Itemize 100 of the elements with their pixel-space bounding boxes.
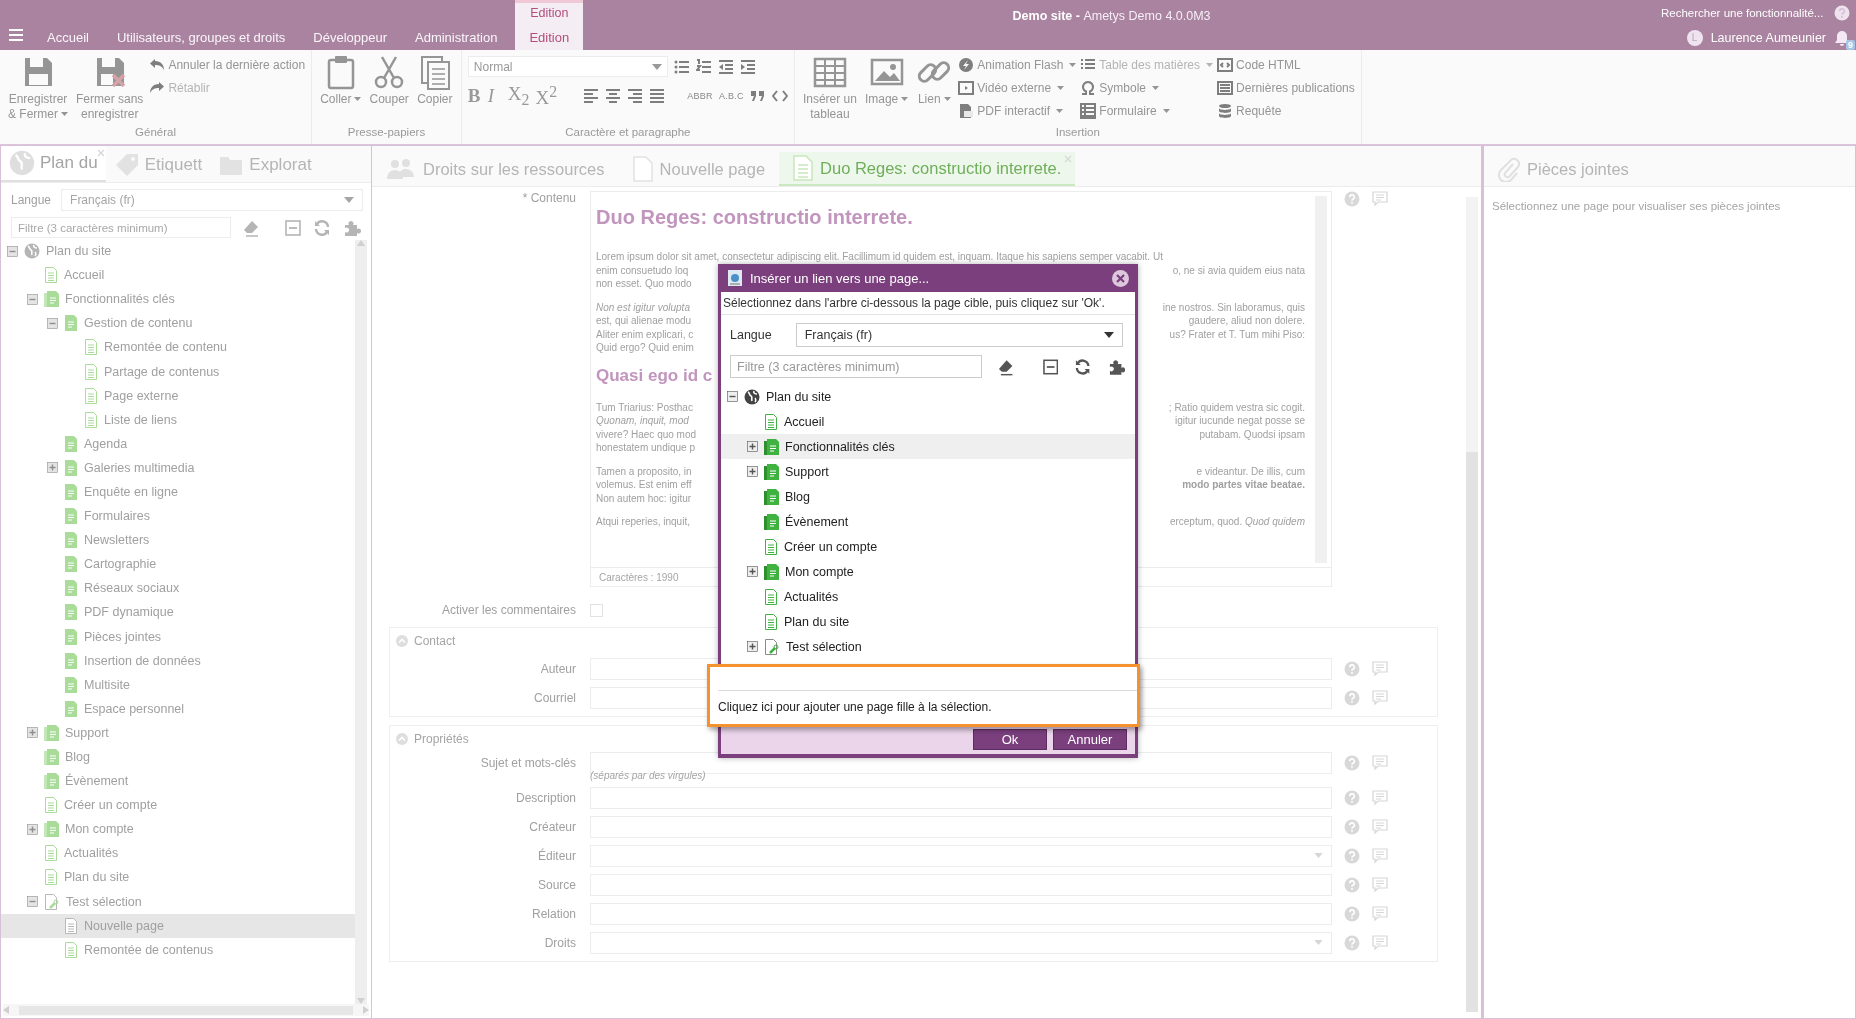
tree-item[interactable]: Actualités bbox=[1, 841, 355, 866]
panel-tab[interactable]: Explorat bbox=[210, 148, 320, 182]
tree-item[interactable]: Newsletters bbox=[1, 528, 355, 553]
tree-item[interactable]: Multisite bbox=[1, 672, 355, 697]
tree-item[interactable]: Pièces jointes bbox=[1, 624, 355, 649]
section-title: Propriétés bbox=[414, 732, 469, 746]
tree-item[interactable]: Partage de contenus bbox=[1, 359, 355, 384]
style-dropdown[interactable]: Normal bbox=[467, 56, 668, 77]
tree-item[interactable]: Test sélection bbox=[1, 889, 355, 914]
ribbon-button[interactable]: Requête bbox=[1217, 101, 1355, 120]
dialog-button[interactable]: Ok bbox=[973, 729, 1047, 750]
tree-item[interactable]: Page externe bbox=[1, 383, 355, 408]
user-name[interactable]: Laurence Aumeunier bbox=[1710, 30, 1826, 45]
ribbon-button[interactable]: Enregistrer & Fermer bbox=[6, 54, 70, 126]
tree-item[interactable]: Insertion de données bbox=[1, 648, 355, 673]
tree-item[interactable]: Plan du site bbox=[1, 239, 355, 264]
tree-item[interactable]: Blog bbox=[721, 484, 1135, 509]
field-label: Droits bbox=[543, 935, 577, 950]
ribbon-button[interactable]: Annuler la dernière action bbox=[149, 55, 306, 74]
ribbon-tab[interactable]: Développeur bbox=[299, 25, 401, 50]
tree-item[interactable]: Évènement bbox=[721, 509, 1135, 534]
content-text: gaudere, aliud non dolere. bbox=[1188, 314, 1305, 328]
ribbon-button[interactable]: Fermer sans enregistrer bbox=[74, 54, 146, 126]
content-text: ; Ratio quidem vestra sic cogit. bbox=[1168, 400, 1305, 414]
language-dropdown[interactable]: Français (fr) bbox=[61, 189, 363, 211]
tree-item[interactable]: Réseaux sociaux bbox=[1, 576, 355, 601]
tree-item[interactable]: Support bbox=[1, 720, 355, 745]
format-button[interactable]: I bbox=[487, 85, 502, 108]
ribbon-button[interactable]: Image bbox=[862, 54, 911, 126]
tree-item[interactable]: Remontée de contenu bbox=[1, 335, 355, 360]
ribbon-tab[interactable]: Utilisateurs, groupes et droits bbox=[102, 25, 300, 50]
ribbon-button[interactable]: Couper bbox=[367, 54, 411, 126]
content-text: Quonam, inquit, mod bbox=[596, 414, 689, 428]
field-label: Relation bbox=[530, 906, 577, 921]
format-button[interactable]: A.B.C bbox=[718, 91, 744, 102]
ribbon-button[interactable]: Symbole bbox=[1080, 78, 1214, 97]
panel-tab[interactable]: Plan du bbox=[1, 146, 106, 182]
tree-item[interactable]: Gestion de contenu bbox=[1, 311, 355, 336]
group-title: Général bbox=[134, 126, 178, 140]
tree-item[interactable]: Enquête en ligne bbox=[1, 479, 355, 505]
editor-tab[interactable]: Nouvelle page bbox=[618, 152, 780, 186]
format-button[interactable]: X$_{2}$ bbox=[507, 83, 530, 110]
ribbon-button[interactable]: PDF interactif bbox=[958, 101, 1077, 120]
tree-item[interactable]: Remontée de contenus bbox=[1, 937, 355, 962]
field-hint: (séparés par des virgules) bbox=[590, 770, 707, 781]
editor-tab[interactable]: Droits sur les ressources bbox=[372, 152, 619, 186]
field-label: Courriel bbox=[533, 690, 577, 705]
panel-tab[interactable]: Etiquett bbox=[105, 148, 211, 182]
tree-item[interactable]: Accueil bbox=[721, 409, 1135, 434]
tree-item[interactable]: Espace personnel bbox=[1, 696, 355, 721]
format-button[interactable]: ABBR bbox=[687, 91, 713, 102]
tree-item[interactable]: Actualités bbox=[721, 584, 1135, 609]
tree-item[interactable]: Fonctionnalités clés bbox=[1, 287, 355, 312]
tree-item[interactable]: Galeries multimedia bbox=[1, 455, 355, 480]
ribbon-tab[interactable]: Edition bbox=[515, 25, 584, 50]
user-avatar[interactable]: L bbox=[1686, 29, 1703, 46]
tree-item[interactable]: Créer un compte bbox=[1, 793, 355, 818]
tree-item[interactable]: Accueil bbox=[1, 263, 355, 288]
tree-item[interactable]: Évènement bbox=[1, 769, 355, 794]
content-text: igitur iucunde negat posse se bbox=[1174, 414, 1305, 428]
tree-item[interactable]: Agenda bbox=[1, 431, 355, 456]
filter-field[interactable]: Filtre (3 caractères minimum) bbox=[730, 355, 982, 378]
ribbon-button[interactable]: Animation Flash bbox=[958, 55, 1077, 74]
ribbon-button[interactable]: Dernières publications bbox=[1217, 78, 1355, 97]
editor-tab[interactable]: Duo Reges: constructio interrete. bbox=[779, 152, 1076, 186]
tree-item[interactable]: Créer un compte bbox=[721, 534, 1135, 559]
content-text: Lorem ipsum dolor sit amet, consectetur adipiscing elit. Facillimum id quidem est, inquam. Itaque his sapiens semper vacabit. Ut bbox=[596, 250, 1163, 264]
ribbon-tab[interactable]: Accueil bbox=[33, 25, 103, 50]
tree-item[interactable]: Plan du site bbox=[1, 865, 355, 890]
tree-item[interactable]: Nouvelle page bbox=[1, 913, 355, 938]
tree-item[interactable]: Mon compte bbox=[721, 559, 1135, 584]
tree-item[interactable]: Plan du site bbox=[721, 609, 1135, 634]
content-text: us? Frater et T. Tum mihi Piso: bbox=[1169, 327, 1305, 341]
tree-item[interactable]: Plan du site bbox=[721, 384, 1135, 409]
ribbon-button[interactable]: Vidéo externe bbox=[958, 78, 1077, 97]
tree-item[interactable]: Test sélection bbox=[721, 634, 1135, 659]
ribbon-button[interactable]: Coller bbox=[318, 54, 364, 126]
tree-item[interactable]: Cartographie bbox=[1, 552, 355, 577]
format-button[interactable]: X$^{2}$ bbox=[535, 83, 558, 110]
ribbon-button[interactable]: Lien bbox=[914, 54, 955, 126]
instruction-text: Sélectionnez dans l'arbre ci-dessous la page cible, puis cliquez sur 'Ok'. bbox=[721, 292, 1135, 315]
format-button[interactable]: B bbox=[467, 85, 482, 108]
group-title: Insertion bbox=[1054, 126, 1101, 140]
ribbon-button[interactable]: Formulaire bbox=[1080, 101, 1214, 120]
tree-item[interactable]: Blog bbox=[1, 744, 355, 770]
ribbon-tab[interactable]: Administration bbox=[401, 25, 512, 50]
tree-item[interactable]: Formulaires bbox=[1, 504, 355, 529]
search-field[interactable]: Rechercher une fonctionnalité... bbox=[1661, 6, 1826, 19]
tree-item[interactable]: Fonctionnalités clés bbox=[721, 434, 1135, 459]
tree-item[interactable]: Support bbox=[721, 459, 1135, 484]
tree-item[interactable]: Mon compte bbox=[1, 817, 355, 842]
ribbon-button[interactable]: Copier bbox=[414, 54, 455, 126]
tree-item[interactable]: Liste de liens bbox=[1, 407, 355, 432]
ribbon-button[interactable]: Code HTML bbox=[1217, 55, 1355, 74]
field-label: Source bbox=[536, 877, 577, 892]
tree-item[interactable]: PDF dynamique bbox=[1, 600, 355, 625]
ribbon-button[interactable]: Insérer un tableau bbox=[800, 54, 859, 126]
content-text: ine nostros. Sin laboramus, quis bbox=[1162, 300, 1305, 314]
language-dropdown[interactable]: Français (fr) bbox=[795, 323, 1123, 347]
dialog-button[interactable]: Annuler bbox=[1053, 729, 1127, 750]
